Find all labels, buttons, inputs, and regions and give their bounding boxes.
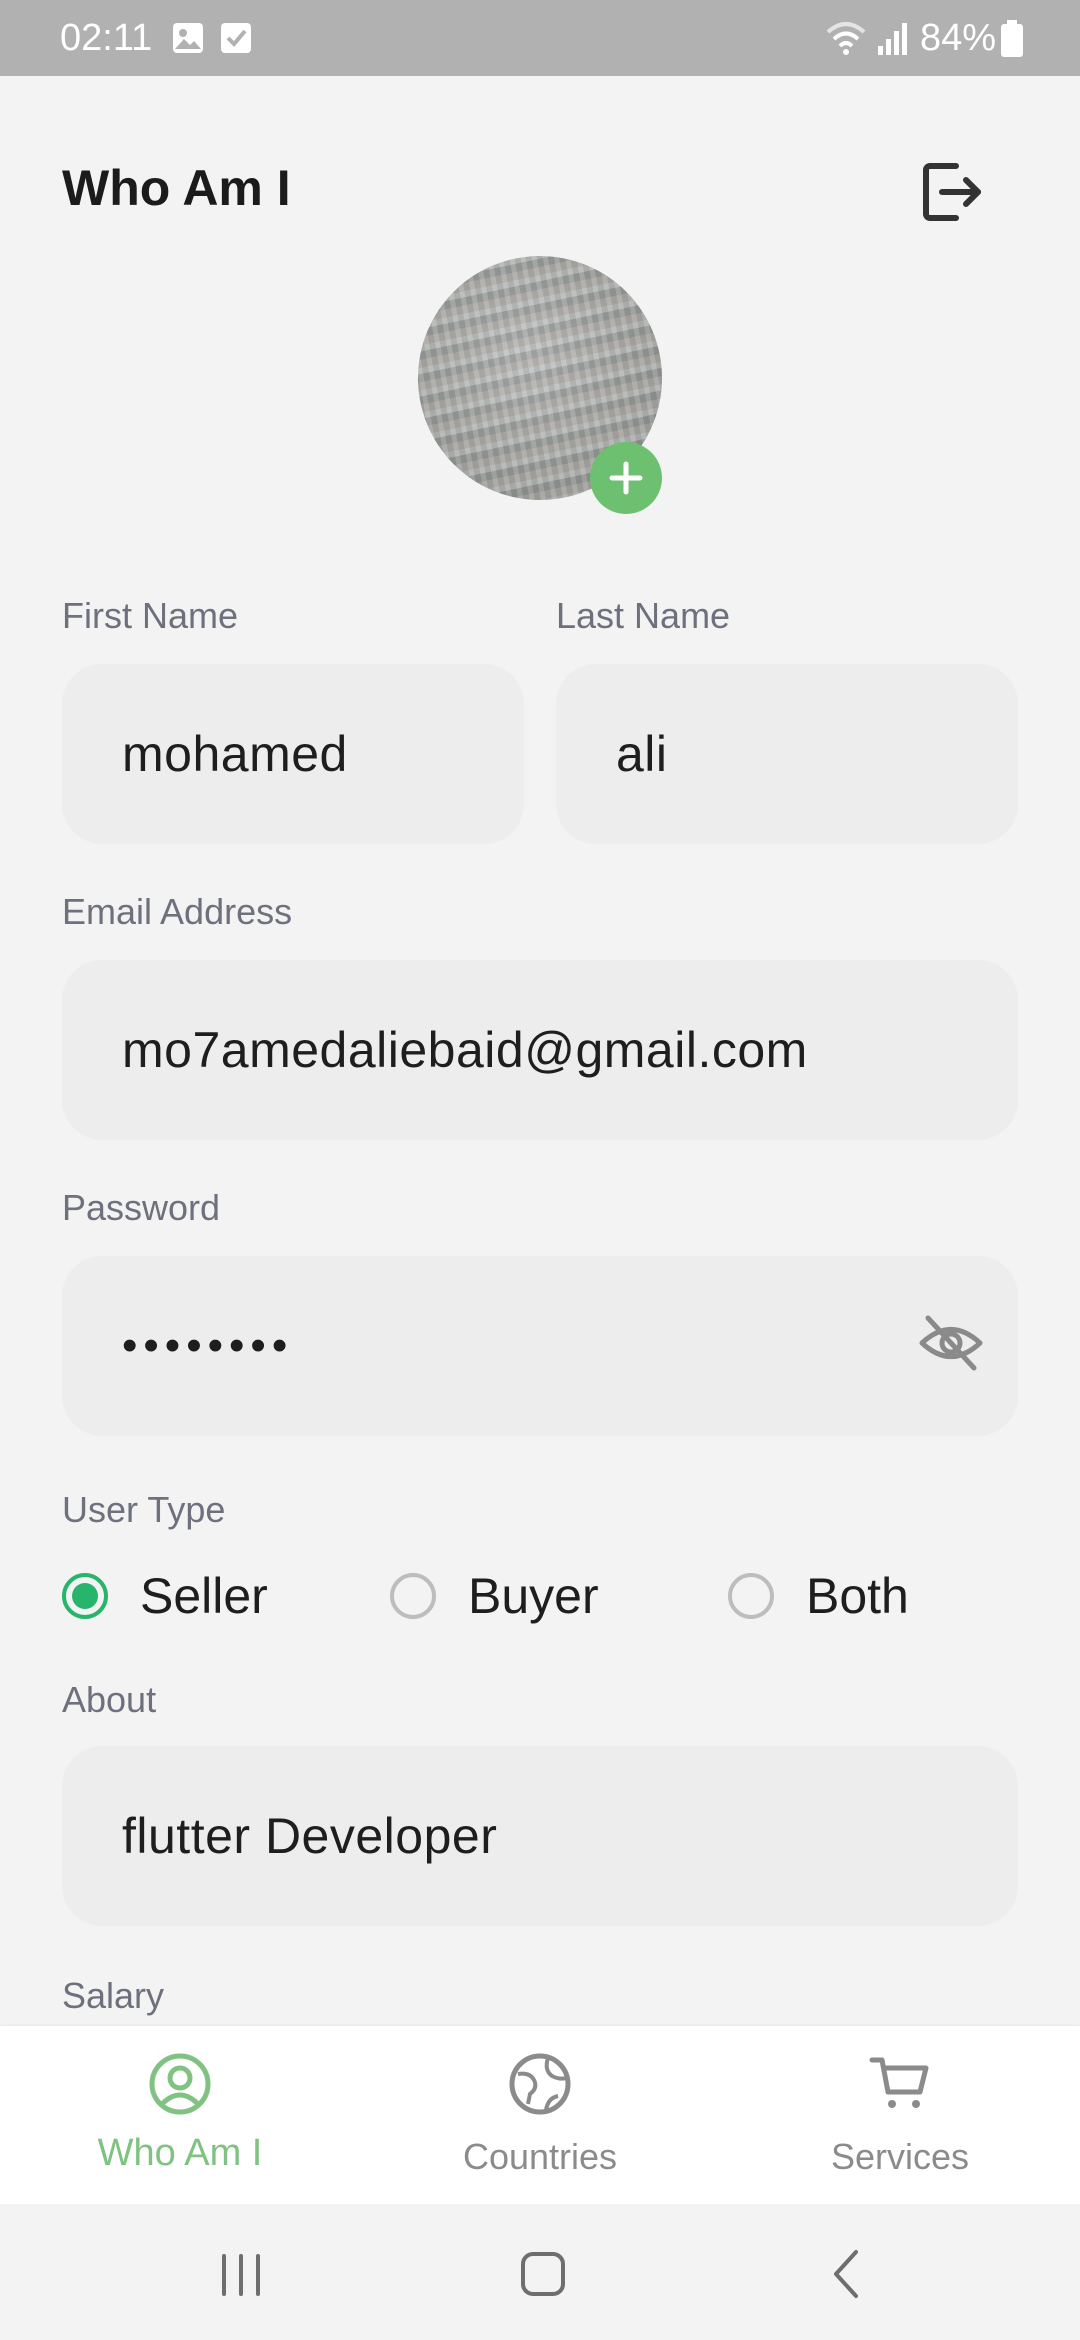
first-name-label: First Name — [62, 595, 239, 636]
about-value: flutter Developer — [122, 1808, 498, 1864]
nav-label-services: Services — [830, 2136, 970, 2177]
battery-icon — [1001, 20, 1023, 57]
check-notification-icon — [221, 23, 251, 53]
user-circle-icon — [149, 2053, 211, 2115]
radio-both[interactable]: Both — [728, 1566, 909, 1626]
radio-buyer-indicator — [390, 1573, 436, 1619]
bottom-navigation: Who Am I Countries Services — [0, 2026, 1080, 2204]
globe-icon — [509, 2053, 571, 2115]
gallery-notification-icon — [173, 23, 203, 53]
toggle-password-visibility-button[interactable] — [918, 1310, 984, 1376]
status-time: 02:11 — [60, 17, 153, 59]
recent-apps-icon[interactable] — [206, 2244, 276, 2304]
radio-both-label: Both — [806, 1568, 909, 1624]
system-navigation-bar — [0, 2204, 1080, 2340]
about-label: About — [62, 1679, 157, 1720]
add-photo-button[interactable] — [590, 442, 662, 514]
nav-label-who-am-i: Who Am I — [97, 2132, 263, 2174]
home-icon[interactable] — [508, 2244, 578, 2304]
radio-seller-indicator — [62, 1573, 108, 1619]
plus-icon — [609, 461, 643, 495]
status-bar: 02:11 84% — [0, 0, 1080, 76]
page-title: Who Am I — [62, 160, 291, 216]
email-label: Email Address — [62, 891, 293, 932]
logout-icon — [923, 163, 981, 221]
nav-label-countries: Countries — [462, 2136, 618, 2177]
back-icon[interactable] — [812, 2244, 882, 2304]
nav-item-countries[interactable]: Countries — [390, 2026, 690, 2204]
cart-icon — [869, 2057, 929, 2108]
last-name-value: ali — [616, 726, 668, 782]
logout-button[interactable] — [912, 152, 992, 232]
radio-both-indicator — [728, 1573, 774, 1619]
email-value: mo7amedaliebaid@gmail.com — [122, 1022, 808, 1078]
radio-buyer[interactable]: Buyer — [390, 1566, 599, 1626]
email-field[interactable]: mo7amedaliebaid@gmail.com — [62, 960, 1018, 1140]
eye-off-icon — [919, 1315, 983, 1371]
wifi-icon — [826, 22, 866, 55]
password-field[interactable]: •••••••• — [62, 1256, 1018, 1436]
radio-seller-label: Seller — [140, 1568, 268, 1624]
password-value: •••••••• — [122, 1321, 294, 1370]
first-name-value: mohamed — [122, 726, 348, 782]
nav-item-who-am-i[interactable]: Who Am I — [30, 2026, 330, 2204]
radio-buyer-label: Buyer — [468, 1568, 599, 1624]
salary-label: Salary — [62, 1975, 165, 2016]
password-label: Password — [62, 1187, 221, 1228]
first-name-field[interactable]: mohamed — [62, 664, 524, 844]
last-name-field[interactable]: ali — [556, 664, 1018, 844]
about-field[interactable]: flutter Developer — [62, 1746, 1018, 1926]
radio-seller[interactable]: Seller — [62, 1566, 268, 1626]
battery-percentage: 84% — [920, 17, 997, 59]
nav-item-services[interactable]: Services — [750, 2026, 1050, 2204]
user-type-label: User Type — [62, 1489, 226, 1530]
last-name-label: Last Name — [556, 595, 731, 636]
signal-icon — [878, 23, 907, 55]
